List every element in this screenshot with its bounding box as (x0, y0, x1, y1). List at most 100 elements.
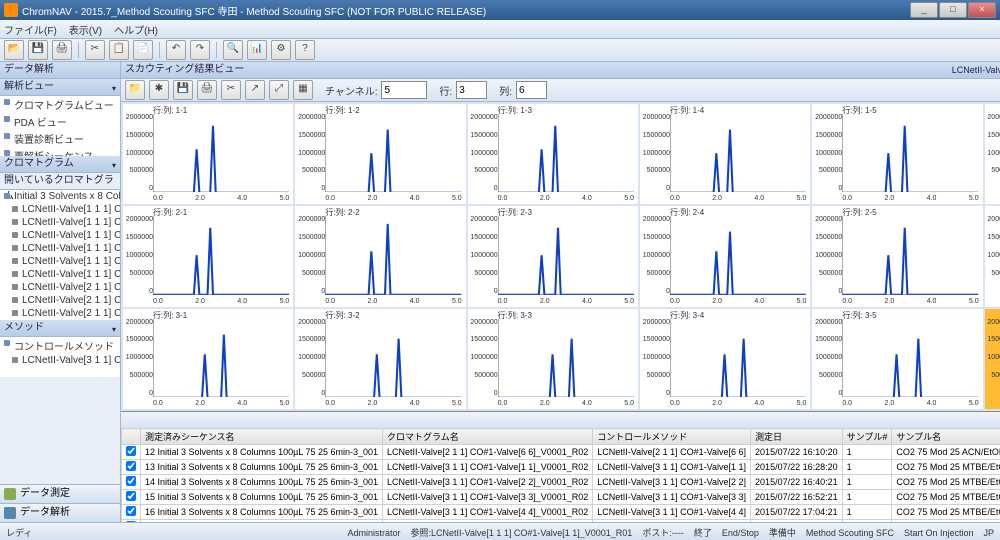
close-button[interactable]: × (968, 2, 996, 18)
chrom-item[interactable]: LCNetII-Valve[1 1 1] CO#1 (0, 255, 120, 268)
control-method-node[interactable]: コントロールメソッド (0, 337, 120, 354)
row-checkbox[interactable] (126, 491, 136, 501)
chrom-item[interactable]: LCNetII-Valve[1 1 1] CO#1 (0, 268, 120, 281)
chart-plot (670, 114, 806, 192)
chromatogram-chart[interactable]: 行:列: 3-4 2000000150000010000005000000 0.… (640, 309, 810, 409)
view-item[interactable]: クロマトグラムビュー (0, 96, 120, 113)
chromatogram-chart[interactable]: 行:列: 3-5 2000000150000010000005000000 0.… (812, 309, 982, 409)
view-item[interactable]: 再解析シーケンス (0, 147, 120, 156)
nav-data-analysis[interactable]: データ解析 (0, 503, 120, 522)
cell-control: LCNetII-Valve[3 1 1] CO#1-Valve[4 4] (593, 505, 751, 520)
print-icon[interactable]: 🖨 (197, 80, 217, 100)
row-checkbox[interactable] (126, 476, 136, 486)
table-row[interactable]: 17 Initial 3 Solvents x 8 Columns 100µL … (122, 520, 1000, 523)
menu-help[interactable]: ヘルプ(H) (114, 22, 158, 37)
expand-icon[interactable]: ⤢ (269, 80, 289, 100)
chromatogram-chart[interactable]: 行:列: 3-3 2000000150000010000005000000 0.… (468, 309, 638, 409)
chromatogram-chart[interactable]: 行:列: 2-2 2000000150000010000005000000 0.… (295, 206, 465, 306)
cell-sample-name: CO2 75 Mod 25 MTBE/EtOH 80/20 ID (892, 505, 1000, 520)
chromatogram-chart[interactable]: 行:列: 1-4 2000000150000010000005000000 0.… (640, 104, 810, 204)
chromatogram-header[interactable]: クロマトグラム▾ (0, 156, 120, 173)
control-method-item[interactable]: LCNetII-Valve[3 1 1] CO#1-V (0, 354, 120, 367)
chrom-root[interactable]: Initial 3 Solvents x 8 Columns (0, 190, 120, 203)
minimize-button[interactable]: _ (910, 2, 938, 18)
nav-data-measure[interactable]: データ測定 (0, 484, 120, 503)
chromatogram-chart[interactable]: 行:列: 1-1 2000000150000010000005000000 0.… (123, 104, 293, 204)
row-checkbox[interactable] (126, 461, 136, 471)
menu-view[interactable]: 表示(V) (69, 22, 102, 37)
analysis-header[interactable]: データ解析 (0, 62, 120, 79)
chrom-item[interactable]: LCNetII-Valve[2 1 1] CO#1 (0, 294, 120, 307)
chromatogram-chart[interactable]: 行:列: 2-6 2000000150000010000005000000 0.… (985, 206, 1000, 306)
toolbar-chart-icon[interactable]: 📊 (247, 40, 267, 60)
view-item[interactable]: 装置診断ビュー (0, 130, 120, 147)
toolbar-settings-icon[interactable]: ⚙ (271, 40, 291, 60)
row-checkbox[interactable] (126, 506, 136, 516)
table-row[interactable]: 12 Initial 3 Solvents x 8 Columns 100µL … (122, 445, 1000, 460)
toolbar-undo-icon[interactable]: ↶ (166, 40, 186, 60)
status-item: Method Scouting SFC (806, 528, 894, 538)
row-checkbox[interactable] (126, 521, 136, 522)
refresh-icon[interactable]: ✱ (149, 80, 169, 100)
toolbar-zoom-icon[interactable]: 🔍 (223, 40, 243, 60)
chromatogram-chart[interactable]: 行:列: 2-5 2000000150000010000005000000 0.… (812, 206, 982, 306)
chromatogram-chart[interactable]: 行:列: 3-6 2000000150000010000005000000 0.… (985, 309, 1000, 409)
arrow-icon[interactable]: ↗ (245, 80, 265, 100)
x-axis: 0.02.04.05.0 (325, 195, 461, 202)
chrom-item[interactable]: LCNetII-Valve[1 1 1] CO#1 (0, 229, 120, 242)
x-axis: 0.02.04.05.0 (670, 298, 806, 305)
toolbar-open-icon[interactable]: 📂 (4, 40, 24, 60)
table-header[interactable]: 測定日 (751, 429, 843, 445)
chromatogram-chart[interactable]: 行:列: 1-6 2000000150000010000005000000 0.… (985, 104, 1000, 204)
save-icon[interactable]: 💾 (173, 80, 193, 100)
chromatogram-chart[interactable]: 行:列: 1-2 2000000150000010000005000000 0.… (295, 104, 465, 204)
row-input[interactable] (456, 81, 487, 99)
row-checkbox[interactable] (126, 446, 136, 456)
scissors-icon[interactable]: ✂ (221, 80, 241, 100)
chromatogram-chart[interactable]: 行:列: 2-4 2000000150000010000005000000 0.… (640, 206, 810, 306)
toolbar-copy-icon[interactable]: 📋 (109, 40, 129, 60)
folder-icon[interactable]: 📁 (125, 80, 145, 100)
table-row[interactable]: 13 Initial 3 Solvents x 8 Columns 100µL … (122, 460, 1000, 475)
table-header[interactable] (122, 429, 141, 445)
x-axis: 0.02.04.05.0 (498, 400, 634, 407)
chrom-item[interactable]: LCNetII-Valve[1 1 1] CO#1 (0, 242, 120, 255)
grid-icon[interactable]: ▦ (293, 80, 313, 100)
chromatogram-chart[interactable]: 行:列: 3-1 2000000150000010000005000000 0.… (123, 309, 293, 409)
chrom-item[interactable]: LCNetII-Valve[1 1 1] CO#1 (0, 216, 120, 229)
chrom-item[interactable]: LCNetII-Valve[2 1 1] CO#1 (0, 307, 120, 320)
chromatogram-chart[interactable]: 行:列: 3-2 2000000150000010000005000000 0.… (295, 309, 465, 409)
toolbar-print-icon[interactable]: 🖨 (52, 40, 72, 60)
view-item[interactable]: PDA ビュー (0, 113, 120, 130)
table-header[interactable]: コントロールメソッド (593, 429, 751, 445)
table-row[interactable]: 15 Initial 3 Solvents x 8 Columns 100µL … (122, 490, 1000, 505)
views-header[interactable]: 解析ビュー▾ (0, 79, 120, 96)
table-row[interactable]: 14 Initial 3 Solvents x 8 Columns 100µL … (122, 475, 1000, 490)
toolbar-help-icon[interactable]: ? (295, 40, 315, 60)
right-panel: スカウティング結果ビュー LCNetII-Valve[3 1 1] CO#1-V… (121, 62, 1000, 522)
chromatogram-chart[interactable]: 行:列: 1-3 2000000150000010000005000000 0.… (468, 104, 638, 204)
maximize-button[interactable]: □ (939, 2, 967, 18)
method-header[interactable]: メソッド▾ (0, 320, 120, 337)
channel-input[interactable] (381, 81, 427, 99)
table-header[interactable]: 測定済みシーケンス名 (141, 429, 383, 445)
chromatogram-chart[interactable]: 行:列: 2-1 2000000150000010000005000000 0.… (123, 206, 293, 306)
menu-file[interactable]: ファイル(F) (4, 22, 57, 37)
sequence-table[interactable]: 測定済みシーケンス名クロマトグラム名コントロールメソッド測定日サンプル#サンプル… (121, 428, 1000, 522)
chromatogram-chart[interactable]: 行:列: 1-5 2000000150000010000005000000 0.… (812, 104, 982, 204)
col-input[interactable] (516, 81, 547, 99)
toolbar-paste-icon[interactable]: 📄 (133, 40, 153, 60)
table-header[interactable]: クロマトグラム名 (383, 429, 593, 445)
toolbar-redo-icon[interactable]: ↷ (190, 40, 210, 60)
chrom-item[interactable]: LCNetII-Valve[1 1 1] CO#1 (0, 203, 120, 216)
table-row[interactable]: 16 Initial 3 Solvents x 8 Columns 100µL … (122, 505, 1000, 520)
toolbar-save-icon[interactable]: 💾 (28, 40, 48, 60)
chart-plot (498, 114, 634, 192)
chrom-item[interactable]: LCNetII-Valve[2 1 1] CO#1 (0, 281, 120, 294)
x-axis: 0.02.04.05.0 (325, 400, 461, 407)
table-header[interactable]: サンプル名 (892, 429, 1000, 445)
toolbar-cut-icon[interactable]: ✂ (85, 40, 105, 60)
table-header[interactable]: サンプル# (842, 429, 892, 445)
status-item: Start On Injection (904, 528, 974, 538)
chromatogram-chart[interactable]: 行:列: 2-3 2000000150000010000005000000 0.… (468, 206, 638, 306)
